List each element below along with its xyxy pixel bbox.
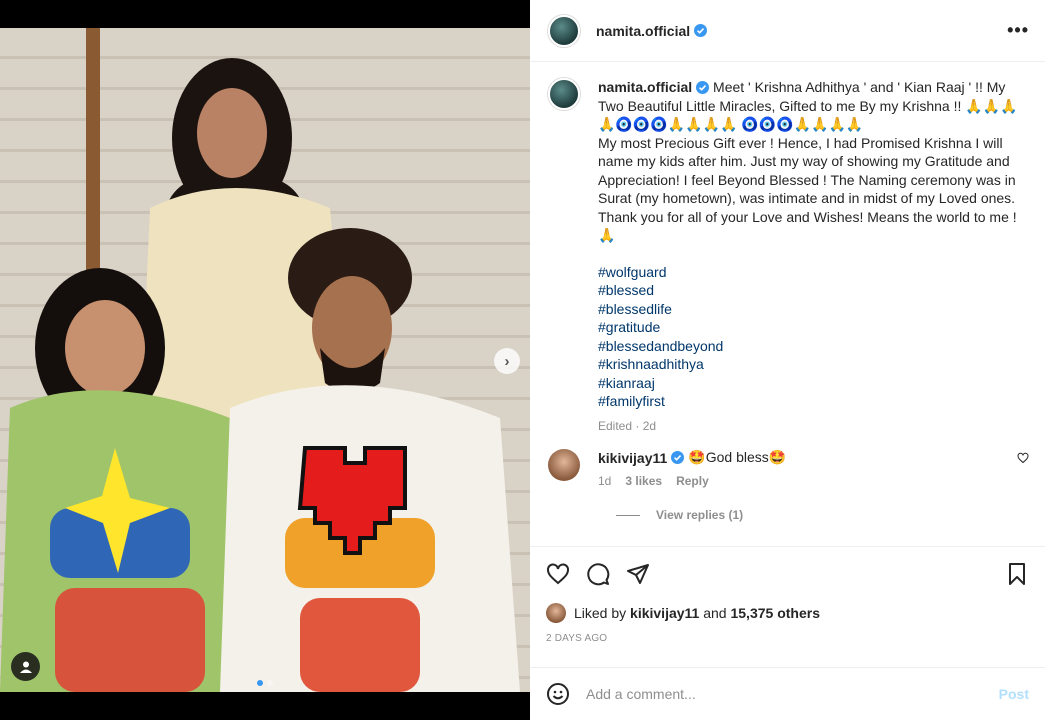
hashtag-link[interactable]: #blessed [598,281,1028,300]
hashtag-link[interactable]: #kianraaj [598,374,1028,393]
comment-input[interactable] [586,686,999,702]
liked-by-summary: Liked by kikivijay11 and 15,375 others [546,603,1029,623]
view-replies-button[interactable]: View replies (1) [616,508,1029,522]
post-photo[interactable] [0,28,530,692]
comment-bubble-icon[interactable] [586,562,610,586]
caption-author-avatar[interactable] [548,78,580,110]
commenter-username[interactable]: kikivijay11 [598,450,667,466]
view-replies-label: View replies (1) [656,508,744,522]
author-username[interactable]: namita.official [596,23,690,39]
user-icon [19,661,32,673]
carousel-dot [267,680,273,686]
verified-badge-icon [694,24,708,37]
carousel-dot-active [257,680,263,686]
post-details-panel: namita.official ••• namita.official Meet… [530,0,1045,720]
hashtag-link[interactable]: #krishnaadhithya [598,355,1028,374]
verified-badge-icon [696,81,710,94]
hashtag-list: #wolfguard #blessed #blessedlife #gratit… [598,263,1028,411]
share-paper-plane-icon[interactable] [626,562,650,586]
hashtag-link[interactable]: #blessedlife [598,300,1028,319]
caption-text: Meet ' Krishna Adhithya ' and ' Kian Raa… [598,79,1018,243]
emoji-smile-icon[interactable] [546,682,570,706]
author-avatar[interactable] [548,14,580,47]
post-comment-button[interactable]: Post [999,686,1029,702]
edited-timestamp: Edited · 2d [598,418,657,433]
hashtag-link[interactable]: #familyfirst [598,392,1028,411]
comment-item: kikivijay11 🤩God bless🤩 1d 3 likes Reply [548,449,1029,488]
next-photo-button[interactable]: › [494,348,520,374]
carousel-dots [0,680,530,686]
caption-username[interactable]: namita.official [598,79,692,95]
reply-button[interactable]: Reply [676,474,709,488]
hashtag-link[interactable]: #gratitude [598,318,1028,337]
like-comment-heart-icon[interactable] [1017,452,1029,464]
liked-and: and [703,605,727,621]
hashtag-link[interactable]: #wolfguard [598,263,1028,282]
liked-others-link[interactable]: 15,375 others [730,605,820,621]
hashtag-link[interactable]: #blessedandbeyond [598,337,1028,356]
post-actions: Liked by kikivijay11 and 15,375 others 2… [530,546,1045,644]
commenter-avatar[interactable] [548,449,580,481]
comment-likes[interactable]: 3 likes [625,474,662,488]
post-caption: namita.official Meet ' Krishna Adhithya … [548,78,1029,435]
post-date[interactable]: 2 DAYS AGO [546,633,1029,644]
bookmark-icon[interactable] [1005,562,1029,586]
family-photo-illustration [0,28,520,692]
comments-section: namita.official Meet ' Krishna Adhithya … [530,62,1045,546]
like-heart-icon[interactable] [546,562,570,586]
post-header: namita.official ••• [530,0,1045,62]
chevron-right-icon: › [504,352,510,370]
more-options-button[interactable]: ••• [1007,20,1029,41]
liked-by-user[interactable]: kikivijay11 [630,605,699,621]
verified-badge-icon [671,451,685,464]
replies-divider [616,514,640,516]
comment-text: 🤩God bless🤩 [688,449,787,465]
post-media: › [0,0,530,720]
tagged-users-button[interactable] [11,652,40,681]
add-comment-bar: Post [530,667,1045,720]
comment-time[interactable]: 1d [598,474,611,488]
liker-avatar[interactable] [546,603,566,623]
liked-by-prefix: Liked by [574,605,627,621]
